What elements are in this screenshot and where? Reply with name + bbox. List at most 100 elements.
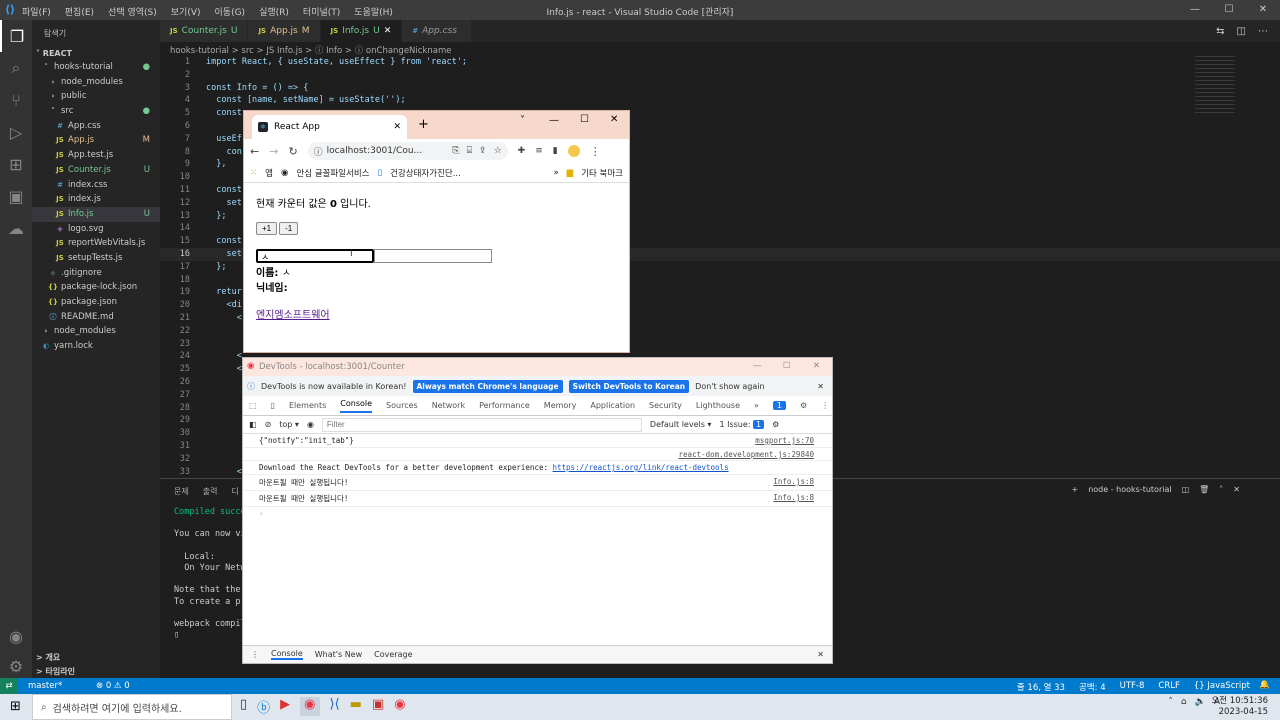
maximize-icon[interactable]: ☐: [580, 114, 589, 125]
console-source-link[interactable]: msgport.js:70: [755, 436, 814, 445]
minimap[interactable]: [1195, 56, 1235, 116]
vscode-taskbar-icon[interactable]: ⟩⟨: [330, 697, 340, 716]
tree-item[interactable]: JS Info.js U: [32, 206, 160, 222]
notifications-icon[interactable]: 🔔: [1259, 680, 1270, 690]
timeline-section[interactable]: > 타임라인: [36, 666, 75, 677]
panel-tab[interactable]: 문제: [174, 486, 189, 497]
device-toolbar-icon[interactable]: ▯: [271, 401, 275, 410]
extensions-puzzle-icon[interactable]: ✚: [518, 146, 526, 156]
close-icon[interactable]: ✕: [610, 114, 618, 125]
explorer-icon[interactable]: ❐: [0, 20, 32, 52]
tree-item[interactable]: JS App.test.js: [32, 148, 160, 163]
devtools-tab[interactable]: Performance: [479, 401, 530, 410]
task-view-icon[interactable]: ▯: [240, 697, 247, 716]
volume-icon[interactable]: 🔈: [1195, 697, 1206, 707]
console-filter-input[interactable]: [321, 417, 642, 432]
edge-icon[interactable]: ⓑ: [257, 697, 270, 716]
drawer-menu-icon[interactable]: ⋮: [251, 650, 259, 659]
devtools-tab[interactable]: Lighthouse: [696, 401, 740, 410]
devtools-settings-icon[interactable]: ⚙: [800, 401, 807, 410]
devtools-tab[interactable]: Console: [340, 399, 373, 413]
tree-item[interactable]: JS reportWebVitals.js: [32, 236, 160, 251]
side-panel-icon[interactable]: ▮: [553, 146, 558, 156]
inspect-element-icon[interactable]: ⬚: [249, 401, 257, 410]
remote-icon[interactable]: ⇄: [0, 678, 18, 694]
chrome-devtools-taskbar-icon[interactable]: ◉: [394, 697, 405, 716]
tree-item[interactable]: {} package.json: [32, 295, 160, 310]
forward-icon[interactable]: →: [269, 145, 278, 158]
tree-item[interactable]: ˅ src ●: [32, 104, 160, 119]
search-icon[interactable]: ⌕: [0, 52, 32, 84]
windows-start-icon[interactable]: ⊞: [10, 699, 21, 714]
live-expression-icon[interactable]: ◉: [307, 420, 314, 429]
split-terminal-icon[interactable]: ◫: [1182, 485, 1190, 494]
tree-item[interactable]: ˅ hooks-tutorial ●: [32, 60, 160, 75]
editor-tab[interactable]: JS Info.js U ✕: [320, 20, 403, 42]
network-icon[interactable]: ⌂: [1181, 697, 1187, 707]
extensions-icon[interactable]: ⊞: [0, 148, 32, 180]
console-source-link[interactable]: Info.js:8: [773, 493, 814, 502]
issues-badge[interactable]: 1: [772, 401, 786, 410]
name-input[interactable]: [256, 249, 374, 263]
taskbar-clock[interactable]: 오전 10:51:36 2023-04-15: [1211, 696, 1268, 718]
close-icon[interactable]: ✕: [1246, 0, 1280, 20]
switch-korean-button[interactable]: Switch DevTools to Korean: [568, 379, 690, 393]
company-link[interactable]: 엔지엠소프트웨어: [256, 310, 330, 321]
apps-grid-icon[interactable]: ⁙: [250, 168, 257, 178]
bookmark-apps[interactable]: 앱: [265, 167, 273, 179]
split-editor-icon[interactable]: ◫: [1237, 26, 1246, 37]
install-icon[interactable]: ⎘: [452, 146, 459, 156]
tree-item[interactable]: ◐ yarn.lock: [32, 339, 160, 354]
tree-item[interactable]: ◆ .gitignore: [32, 266, 160, 281]
bookmark-health-check[interactable]: 건강상태자가진단...: [390, 167, 461, 179]
tree-item[interactable]: › public: [32, 89, 160, 104]
minimize-icon[interactable]: —: [1178, 0, 1212, 20]
console-source-link[interactable]: react-dom.development.js:29840: [679, 450, 814, 459]
photo-app-icon[interactable]: ▣: [372, 697, 384, 716]
outline-section[interactable]: > 개요: [36, 652, 60, 663]
profile-avatar-icon[interactable]: [567, 145, 580, 157]
bookmark-star-icon[interactable]: ☆: [494, 146, 502, 156]
run-debug-icon[interactable]: ▷: [0, 116, 32, 148]
translate-icon[interactable]: ⌸: [467, 146, 472, 156]
address-bar[interactable]: ⓘ localhost:3001/Cou... ⎘ ⌸ ⇪ ☆: [307, 142, 508, 160]
workspace-section[interactable]: ˅ REACT: [32, 47, 160, 60]
panel-tab[interactable]: 출력: [203, 486, 218, 497]
bookmark-other[interactable]: 기타 북마크: [581, 167, 623, 179]
tree-item[interactable]: JS App.js M: [32, 133, 160, 148]
drawer-tab-coverage[interactable]: Coverage: [374, 650, 412, 659]
drawer-tab-whats-new[interactable]: What's New: [315, 650, 362, 659]
git-branch[interactable]: master*: [28, 681, 62, 691]
bookmark-font-service[interactable]: 안심 글꼴파일서비스: [296, 167, 369, 179]
terminal-name[interactable]: node - hooks-tutorial: [1088, 485, 1171, 494]
breadcrumb[interactable]: hooks-tutorial > src > JS Info.js > ⓘ In…: [170, 44, 451, 56]
editor-tab[interactable]: JS Counter.js U: [160, 20, 249, 42]
devtools-tab[interactable]: Elements: [289, 401, 326, 410]
problems-count[interactable]: ⊗ 0 ⚠ 0: [96, 681, 130, 691]
devtools-tab[interactable]: Security: [649, 401, 682, 410]
taskbar-search[interactable]: ⌕ 검색하려면 여기에 입력하세요.: [32, 694, 232, 720]
maximize-icon[interactable]: ☐: [783, 361, 791, 371]
status-item[interactable]: 공백: 4: [1079, 681, 1106, 693]
source-control-icon[interactable]: ⑂: [0, 84, 32, 116]
more-tabs-icon[interactable]: »: [754, 401, 759, 410]
close-icon[interactable]: ✕: [813, 361, 820, 371]
match-language-button[interactable]: Always match Chrome's language: [412, 379, 563, 393]
kebab-menu-icon[interactable]: ⋮: [590, 145, 601, 158]
panel-tab[interactable]: 디: [231, 486, 238, 497]
close-panel-icon[interactable]: ✕: [1233, 485, 1240, 494]
media-player-icon[interactable]: ▶: [280, 697, 290, 716]
editor-tab[interactable]: # App.css: [402, 20, 472, 42]
decrement-button[interactable]: -1: [279, 222, 299, 235]
nickname-input[interactable]: [374, 249, 492, 263]
tree-item[interactable]: JS Counter.js U: [32, 163, 160, 178]
tree-item[interactable]: › node_modules: [32, 324, 160, 339]
issues-counter[interactable]: 1 Issue: 1: [719, 420, 765, 429]
maximize-icon[interactable]: ☐: [1212, 0, 1246, 20]
back-icon[interactable]: ←: [250, 145, 259, 158]
increment-button[interactable]: +1: [256, 222, 278, 235]
close-drawer-icon[interactable]: ✕: [817, 650, 824, 659]
devtools-tab[interactable]: Application: [590, 401, 635, 410]
tree-item[interactable]: {} package-lock.json: [32, 280, 160, 295]
console-prompt[interactable]: ›: [243, 507, 832, 520]
